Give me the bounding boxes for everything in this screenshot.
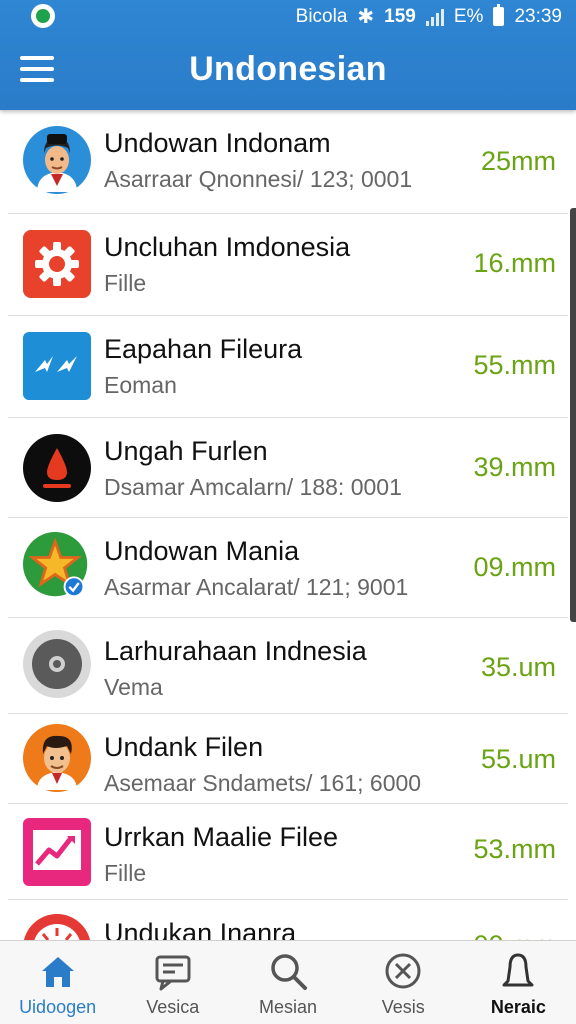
status-count: 159: [384, 5, 416, 27]
scrollbar[interactable]: [570, 208, 576, 622]
list-item[interactable]: Undowan Mania Asarmar Ancalarat/ 121; 90…: [8, 518, 568, 618]
item-subtitle: Eoman: [104, 372, 177, 398]
avatar-man-icon: [23, 724, 91, 792]
nav-label: Neraic: [490, 997, 546, 1017]
nav-label: Uidoogen: [19, 997, 97, 1017]
item-subtitle: Vema: [104, 674, 163, 700]
nav-item-home[interactable]: Uidoogen: [0, 941, 115, 1024]
item-name: Eapahan Fileura: [104, 334, 303, 364]
item-size: 55.um: [480, 744, 556, 774]
app-bar: Bicola ✱ 159 E% 23:39 Undonesian: [0, 0, 576, 110]
item-subtitle: Dsamar Amcalarn/ 188: 0001: [104, 474, 402, 500]
item-size: 39.mm: [473, 452, 556, 482]
gauge-icon: [23, 914, 91, 940]
nav-item-close[interactable]: Vesis: [346, 941, 461, 1024]
item-subtitle: Asemaar Sndamets/ 161; 6000: [104, 770, 422, 796]
avatar-man-icon: [23, 126, 91, 194]
item-subtitle: Fille: [104, 270, 147, 296]
message-icon: [155, 955, 191, 991]
star-icon: [23, 532, 91, 600]
page-title: Undonesian: [189, 50, 387, 88]
gear-icon: [23, 230, 91, 298]
item-subtitle: Asarmar Ancalarat/ 121; 9001: [104, 574, 409, 600]
battery-percent: E%: [453, 5, 484, 27]
clock: 23:39: [514, 5, 562, 27]
item-name: Uncluhan Imdonesia: [104, 232, 351, 262]
search-icon: [271, 954, 307, 990]
item-name: Ungah Furlen: [104, 436, 268, 466]
item-name: Larhurahaan Indnesia: [104, 636, 367, 666]
list-item[interactable]: Undowan Indonam Asarraar Qnonnesi/ 123; …: [8, 110, 568, 214]
item-size: 25mm: [480, 146, 556, 176]
nav-item-messages[interactable]: Vesica: [115, 941, 230, 1024]
status-bar: Bicola ✱ 159 E% 23:39: [0, 0, 576, 32]
item-size: 53.mm: [473, 834, 556, 864]
nav-label: Vesis: [381, 997, 425, 1017]
bottom-navigation: Uidoogen Vesica Mesian Vesis Neraic: [0, 940, 576, 1024]
bell-icon: [502, 953, 534, 987]
nav-label: Mesian: [258, 997, 318, 1017]
disc-icon: [23, 630, 91, 698]
item-subtitle: Asarraar Qnonnesi/ 123; 0001: [104, 166, 413, 192]
list-item[interactable]: Larhurahaan Indnesia Vema 35.um: [8, 618, 568, 714]
close-circle-icon: [385, 953, 421, 989]
bluetooth-icon: ✱: [357, 6, 375, 28]
battery-icon: [493, 4, 505, 26]
file-list: Undowan Indonam Asarraar Qnonnesi/ 123; …: [0, 110, 576, 940]
nav-item-notifications[interactable]: Neraic: [461, 941, 576, 1024]
drop-icon: [23, 434, 91, 502]
nav-item-search[interactable]: Mesian: [230, 941, 345, 1024]
list-item[interactable]: Ungah Furlen Dsamar Amcalarn/ 188: 0001 …: [8, 418, 568, 518]
item-size: 09.mm: [473, 552, 556, 582]
list-item[interactable]: Undukan Inanra 00.mm: [8, 900, 568, 940]
home-icon: [41, 957, 74, 987]
carrier-label: Bicola: [295, 5, 348, 27]
item-name: Undukan Inanra: [104, 918, 297, 940]
chart-icon: [23, 818, 91, 886]
signal-icon: [425, 8, 444, 26]
list-item[interactable]: Eapahan Fileura Eoman 55.mm: [8, 316, 568, 418]
list-item[interactable]: Urrkan Maalie Filee Fille 53.mm: [8, 804, 568, 900]
item-size: 55.mm: [473, 350, 556, 380]
item-subtitle: Fille: [104, 860, 147, 886]
nav-label: Vesica: [146, 997, 200, 1017]
notification-app-icon: [31, 4, 55, 28]
lightning-icon: [23, 332, 91, 400]
list-item[interactable]: Undank Filen Asemaar Sndamets/ 161; 6000…: [8, 714, 568, 804]
item-name: Undowan Indonam: [104, 128, 331, 158]
item-size: 00.mm: [473, 930, 556, 940]
item-size: 35.um: [480, 652, 556, 682]
list-item[interactable]: Uncluhan Imdonesia Fille 16.mm: [8, 214, 568, 316]
item-name: Urrkan Maalie Filee: [104, 822, 339, 852]
item-name: Undank Filen: [104, 732, 264, 762]
item-name: Undowan Mania: [104, 536, 300, 566]
item-size: 16.mm: [473, 248, 556, 278]
